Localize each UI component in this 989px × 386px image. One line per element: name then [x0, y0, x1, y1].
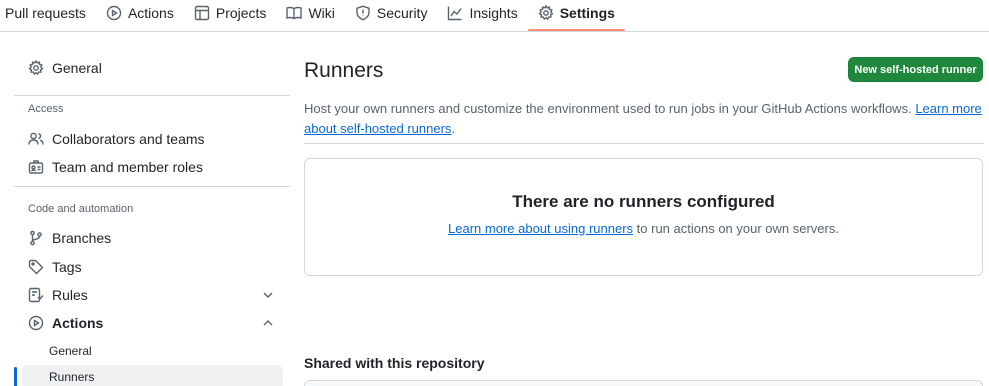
- sidebar-item-general[interactable]: General: [14, 54, 290, 82]
- rules-icon: [28, 287, 44, 303]
- settings-sidebar: General Access Collaborators and teams T…: [0, 32, 300, 386]
- tab-wiki[interactable]: Wiki: [276, 0, 344, 25]
- sidebar-subitem-actions-general[interactable]: General: [14, 339, 282, 363]
- people-icon: [28, 132, 44, 145]
- tab-label: Actions: [127, 4, 174, 21]
- chevron-up-icon[interactable]: [262, 317, 274, 329]
- tab-label: Wiki: [308, 4, 335, 21]
- sidebar-item-label: Tags: [52, 259, 82, 275]
- sidebar-heading-access: Access: [28, 103, 64, 115]
- shield-icon: [356, 4, 370, 21]
- tab-security[interactable]: Security: [345, 0, 438, 25]
- book-icon: [286, 6, 303, 19]
- sidebar-item-tags[interactable]: Tags: [14, 253, 290, 281]
- sidebar-item-label: General: [49, 344, 92, 358]
- new-self-hosted-runner-button[interactable]: New self-hosted runner: [848, 57, 983, 82]
- tab-label: Settings: [559, 4, 615, 21]
- tab-pull-requests[interactable]: Pull requests: [0, 0, 96, 25]
- sidebar-item-label: Rules: [52, 287, 88, 303]
- sidebar-item-rules[interactable]: Rules: [14, 281, 290, 309]
- tab-actions[interactable]: Actions: [96, 0, 184, 25]
- repo-nav: Pull requests Actions Projects Wiki Secu…: [0, 0, 989, 32]
- tab-settings[interactable]: Settings: [527, 0, 626, 31]
- shared-runners-box: [304, 380, 983, 386]
- sidebar-subitem-actions-runners[interactable]: Runners: [14, 365, 283, 386]
- gear-icon: [28, 60, 44, 76]
- chevron-down-icon[interactable]: [262, 289, 274, 301]
- blankslate-title: There are no runners configured: [512, 192, 775, 211]
- page-title: Runners: [304, 59, 384, 82]
- tab-label: Pull requests: [5, 4, 86, 21]
- sidebar-divider: [14, 95, 290, 96]
- sidebar-item-branches[interactable]: Branches: [14, 224, 290, 252]
- page-description: Host your own runners and customize the …: [304, 101, 982, 136]
- gear-icon: [538, 4, 554, 20]
- section-divider: [304, 143, 984, 144]
- tab-label: Projects: [215, 4, 267, 21]
- tab-projects[interactable]: Projects: [184, 0, 277, 25]
- sidebar-item-label: Collaborators and teams: [52, 131, 205, 147]
- sidebar-item-label: Team and member roles: [52, 159, 203, 175]
- no-runners-blankslate: There are no runners configured Learn mo…: [304, 158, 983, 276]
- table-icon: [194, 5, 210, 20]
- tab-label: Security: [376, 4, 428, 21]
- tag-icon: [28, 259, 44, 275]
- shared-runners-heading: Shared with this repository: [304, 355, 485, 371]
- sidebar-item-actions[interactable]: Actions: [14, 309, 290, 337]
- blankslate-description: to run actions on your own servers.: [636, 221, 839, 236]
- sidebar-heading-code-automation: Code and automation: [28, 203, 134, 215]
- play-icon: [28, 315, 44, 331]
- play-icon: [106, 5, 122, 20]
- sidebar-item-team-roles[interactable]: Team and member roles: [14, 153, 290, 181]
- id-badge-icon: [28, 160, 44, 174]
- graph-icon: [448, 6, 463, 20]
- sidebar-divider: [14, 186, 290, 187]
- sidebar-item-label: Runners: [49, 370, 95, 384]
- tab-label: Insights: [469, 4, 518, 21]
- sidebar-item-collaborators[interactable]: Collaborators and teams: [14, 125, 290, 153]
- learn-more-runners-link[interactable]: Learn more about using runners: [448, 221, 633, 236]
- tab-insights[interactable]: Insights: [437, 0, 527, 25]
- sidebar-item-label: Branches: [52, 230, 112, 246]
- sidebar-item-label: General: [52, 60, 102, 76]
- sidebar-item-label: Actions: [52, 315, 104, 331]
- branch-icon: [30, 230, 42, 246]
- blankslate-text: Learn more about using runners to run ac…: [305, 221, 982, 236]
- description-text: Host your own runners and customize the …: [304, 101, 912, 116]
